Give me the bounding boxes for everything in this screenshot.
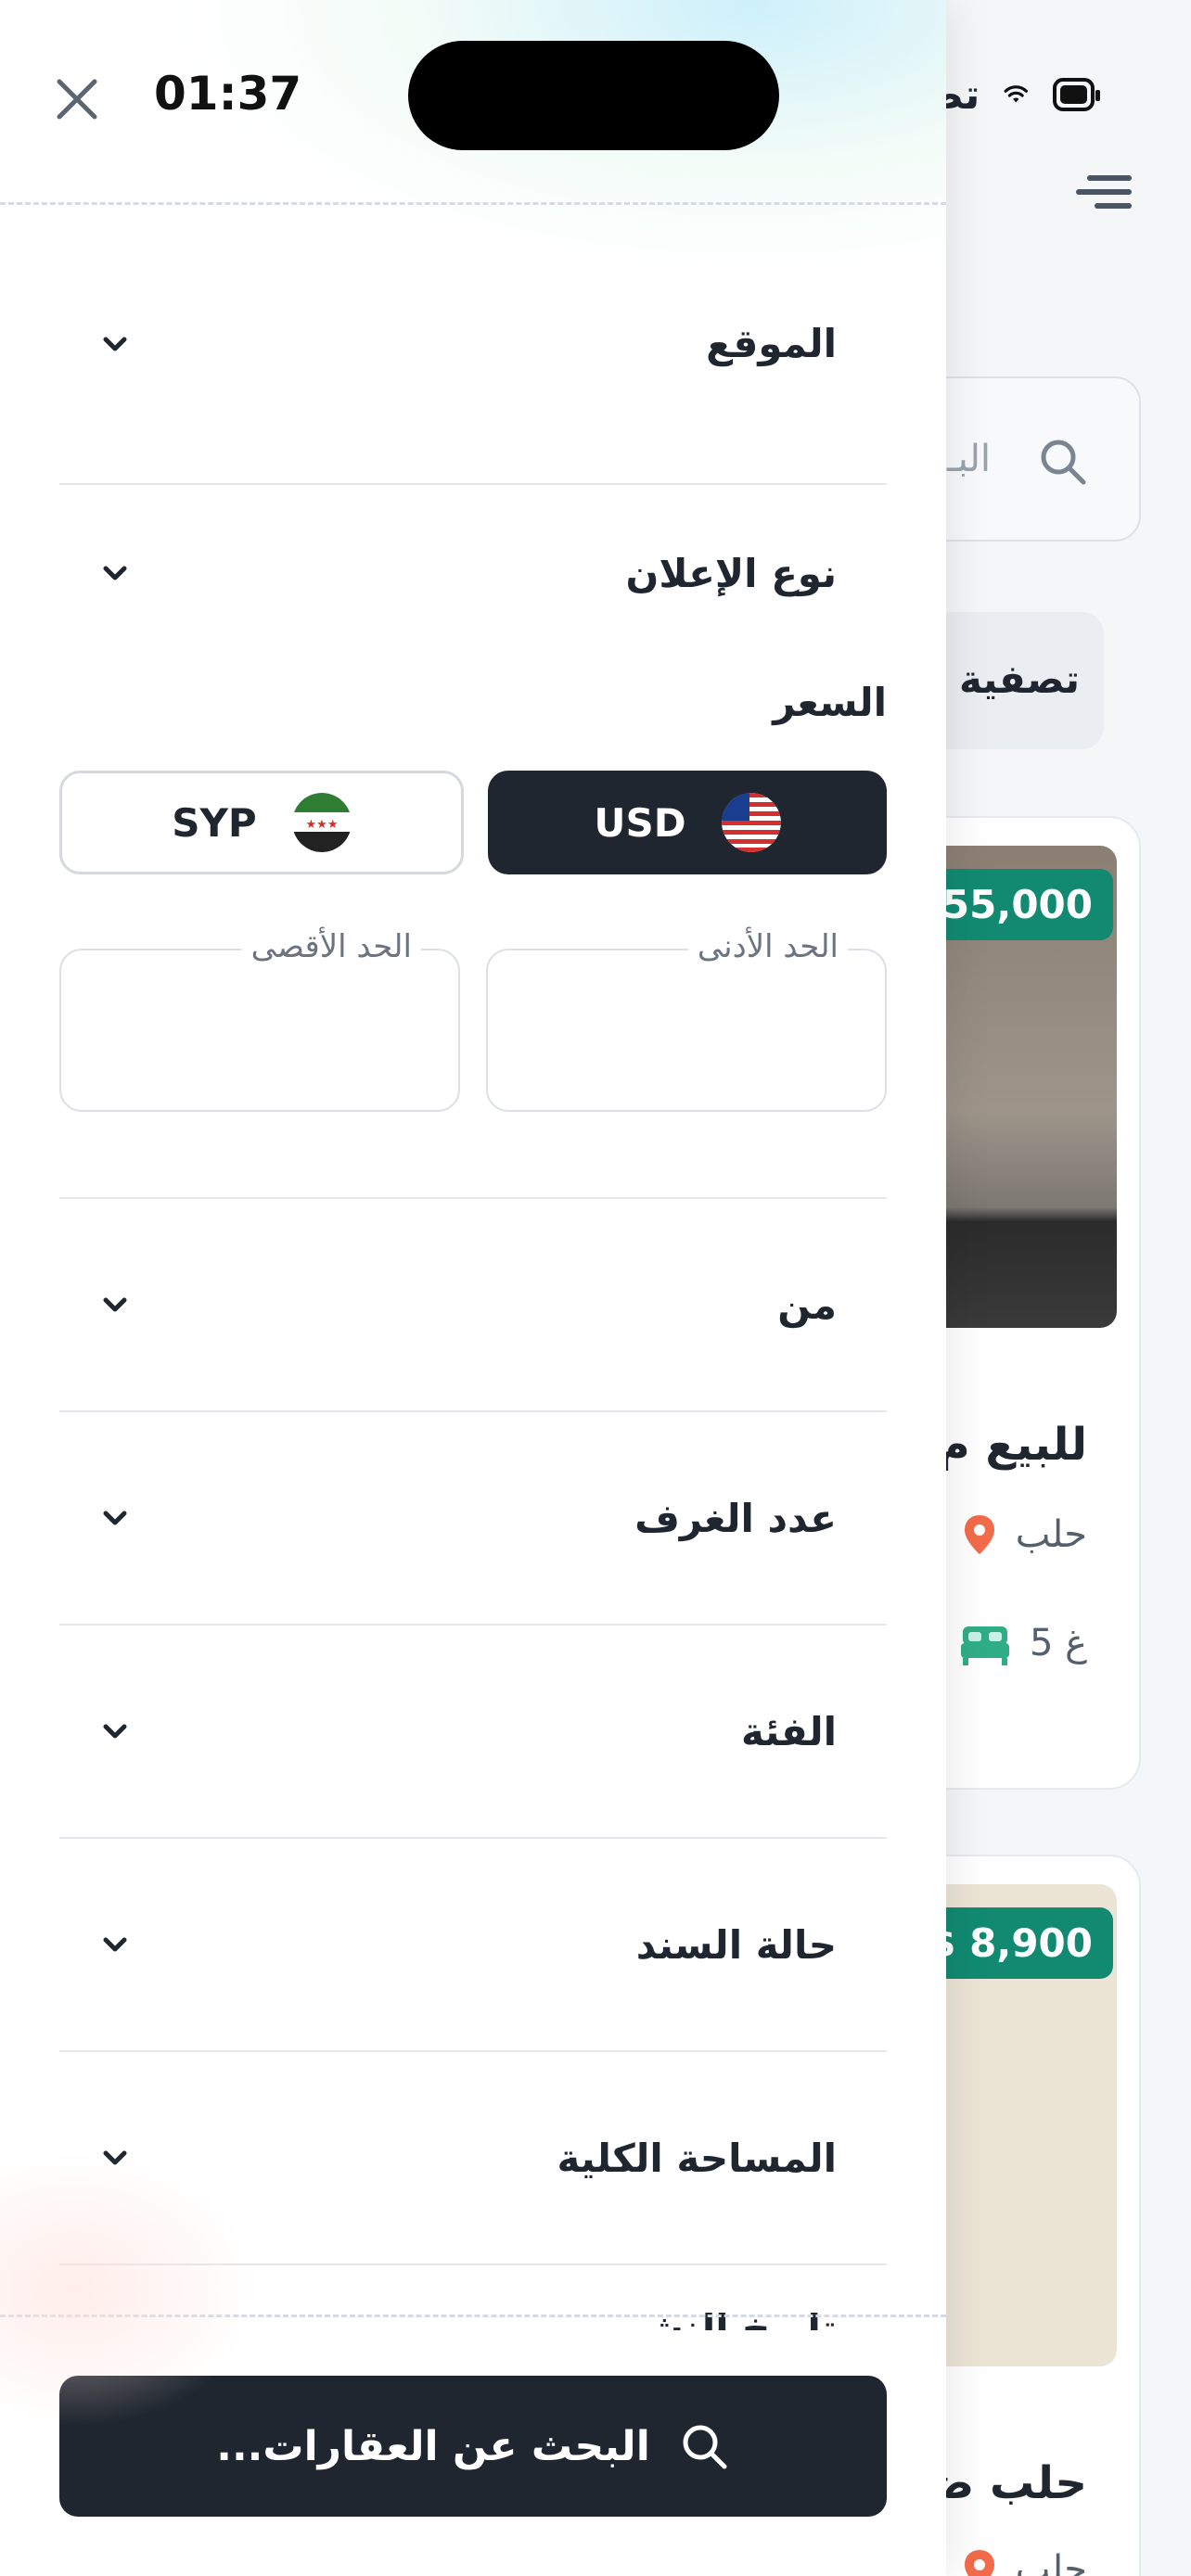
price-min-input[interactable]: الحد الأدنى — [486, 928, 887, 1112]
syria-flag-icon: ★★★ — [291, 793, 352, 852]
filter-rooms-label: عدد الغرف — [634, 1495, 837, 1541]
filter-deed-status-label: حالة السند — [635, 1921, 837, 1968]
search-icon — [683, 2425, 727, 2469]
price-range: الحد الأقصى الحد الأدنى — [59, 928, 887, 1112]
listing-rooms: 5 غ — [959, 1621, 1087, 1665]
filter-list: الموقع نوع الإعلان السعر SYP ★★★ USD الح… — [59, 204, 887, 2330]
close-icon[interactable] — [52, 74, 102, 124]
footer-divider — [0, 2315, 946, 2317]
search-properties-button[interactable]: البحث عن العقارات... — [59, 2376, 887, 2517]
status-time: 01:37 — [154, 67, 302, 121]
filter-rooms[interactable]: عدد الغرف — [59, 1412, 887, 1626]
filter-category[interactable]: الفئة — [59, 1626, 887, 1839]
listing-location-text: حلب — [1015, 2548, 1087, 2576]
chevron-down-icon — [103, 566, 127, 580]
filter-publish-date[interactable]: تاريخ النشر — [59, 2265, 887, 2330]
filter-chip-label: تصفية — [959, 657, 1080, 702]
dynamic-island — [408, 41, 779, 150]
filter-deed-status[interactable]: حالة السند — [59, 1839, 887, 2052]
search-placeholder: البـ — [946, 438, 991, 480]
filter-category-label: الفئة — [740, 1708, 837, 1754]
drawer-header: 01:37 — [0, 0, 946, 204]
search-button-label: البحث عن العقارات... — [216, 2422, 650, 2470]
location-pin-icon — [964, 2550, 994, 2576]
chevron-down-icon — [103, 2150, 127, 2165]
filter-location-label: الموقع — [706, 321, 837, 366]
svg-text:★★★: ★★★ — [305, 818, 338, 832]
bed-icon — [960, 1626, 1009, 1665]
price-min-label: الحد الأدنى — [687, 928, 848, 965]
price-max-input[interactable]: الحد الأقصى — [59, 928, 460, 1112]
currency-usd-label: USD — [594, 799, 686, 846]
filter-total-area[interactable]: المساحة الكلية — [59, 2052, 887, 2265]
filter-drawer: 01:37 الموقع نوع الإعلان السعر SYP ★★★ U… — [0, 0, 946, 2576]
filter-ad-type-label: نوع الإعلان — [625, 550, 837, 596]
listing-rooms-text: 5 غ — [1029, 1622, 1087, 1664]
screen: تصفية... البـ تصفية 55,000 للبيع م — [0, 0, 1191, 2576]
filter-location[interactable]: الموقع — [59, 204, 887, 485]
price-filter: السعر SYP ★★★ USD الحد الأقصى الحد الأدن… — [59, 661, 887, 1199]
listing-location: حلب — [962, 2548, 1087, 2576]
battery-icon — [1052, 78, 1101, 111]
chevron-down-icon — [103, 1511, 127, 1525]
wifi-icon — [1004, 85, 1029, 103]
filter-publish-date-label: تاريخ النشر — [621, 2306, 837, 2330]
price-max-label: الحد الأقصى — [241, 928, 421, 965]
filter-total-area-label: المساحة الكلية — [557, 2135, 837, 2181]
usa-flag-icon — [721, 793, 781, 852]
chevron-down-icon — [103, 1937, 127, 1952]
chevron-down-icon — [103, 1724, 127, 1739]
chevron-down-icon — [103, 1297, 127, 1312]
chevron-down-icon — [103, 337, 127, 351]
currency-usd-button[interactable]: USD — [488, 771, 887, 874]
currency-toggle: SYP ★★★ USD — [59, 771, 887, 874]
currency-syp-button[interactable]: SYP ★★★ — [59, 771, 464, 874]
filter-from[interactable]: من — [59, 1199, 887, 1412]
currency-syp-label: SYP — [172, 799, 257, 846]
filter-from-label: من — [777, 1282, 837, 1328]
filter-ad-type[interactable]: نوع الإعلان — [59, 485, 887, 661]
menu-icon[interactable] — [1076, 167, 1132, 217]
search-icon — [1041, 440, 1086, 485]
price-badge: 55,000 — [921, 869, 1113, 940]
listing-location: حلب — [962, 1513, 1087, 1556]
listing-location-text: حلب — [1015, 1513, 1087, 1556]
price-title: السعر — [773, 680, 887, 725]
listing-title: للبيع م — [937, 1419, 1087, 1471]
location-pin-icon — [964, 1515, 994, 1554]
